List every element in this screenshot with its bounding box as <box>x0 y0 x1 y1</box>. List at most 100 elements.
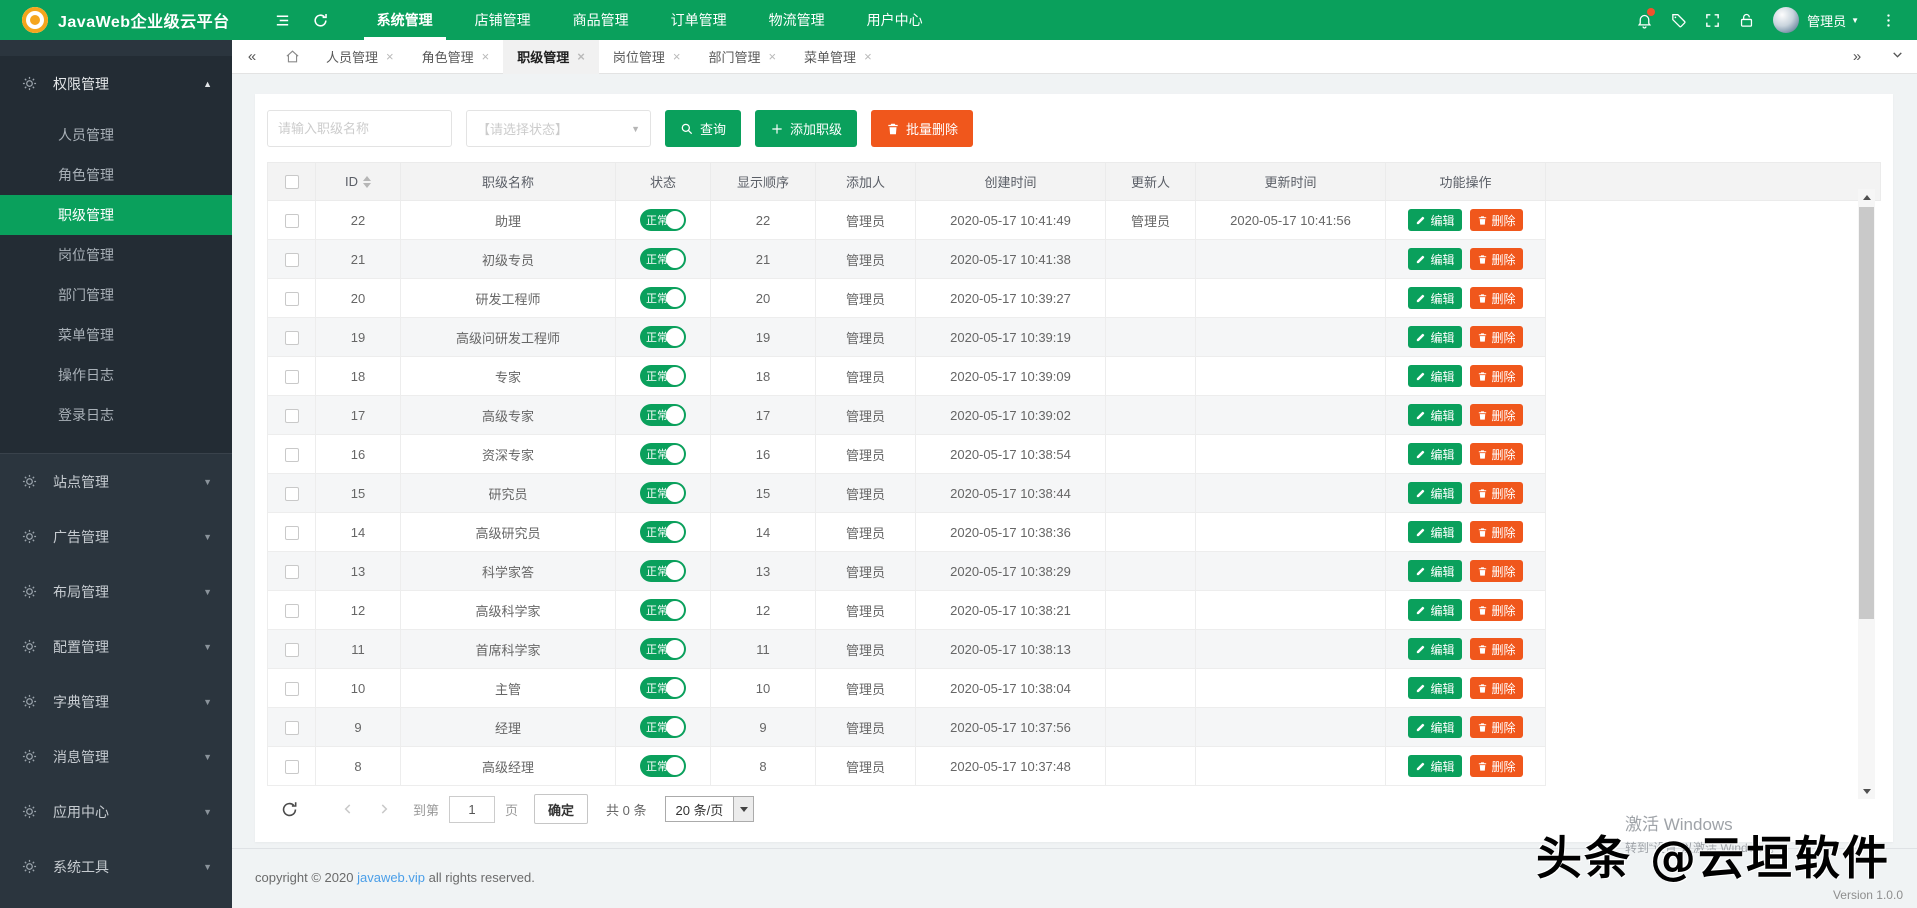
close-icon[interactable]: × <box>386 49 394 64</box>
row-checkbox[interactable] <box>285 604 299 618</box>
tab[interactable]: 岗位管理 × <box>599 40 695 74</box>
delete-button[interactable]: 删除 <box>1470 755 1523 777</box>
tab[interactable]: 角色管理 × <box>408 40 504 74</box>
sidebar-item[interactable]: 部门管理 <box>0 275 232 315</box>
delete-button[interactable]: 删除 <box>1470 404 1523 426</box>
edit-button[interactable]: 编辑 <box>1408 287 1461 309</box>
row-checkbox[interactable] <box>285 643 299 657</box>
edit-button[interactable]: 编辑 <box>1408 521 1461 543</box>
delete-button[interactable]: 删除 <box>1470 677 1523 699</box>
sidebar-group-header[interactable]: 布局管理 ▼ <box>0 564 232 619</box>
next-page-button[interactable] <box>377 802 391 816</box>
delete-button[interactable]: 删除 <box>1470 560 1523 582</box>
sidebar-group-header[interactable]: 系统工具 ▼ <box>0 839 232 894</box>
tab[interactable]: 职级管理 × <box>503 40 599 74</box>
delete-button[interactable]: 删除 <box>1470 209 1523 231</box>
more-options-button[interactable] <box>1871 0 1905 40</box>
delete-button[interactable]: 删除 <box>1470 482 1523 504</box>
status-toggle[interactable]: 正常 <box>640 365 686 387</box>
tabs-menu-button[interactable] <box>1877 48 1917 65</box>
search-button[interactable]: 查询 <box>665 110 741 147</box>
scrollbar-thumb[interactable] <box>1859 207 1874 619</box>
sidebar-item[interactable]: 登录日志 <box>0 395 232 435</box>
page-number-input[interactable] <box>449 796 495 823</box>
sidebar-item[interactable]: 操作日志 <box>0 355 232 395</box>
delete-button[interactable]: 删除 <box>1470 326 1523 348</box>
status-toggle[interactable]: 正常 <box>640 521 686 543</box>
fullscreen-button[interactable] <box>1695 0 1729 40</box>
status-toggle[interactable]: 正常 <box>640 248 686 270</box>
sidebar-item[interactable]: 角色管理 <box>0 155 232 195</box>
pagination-refresh-button[interactable] <box>280 800 299 819</box>
sidebar-group-header[interactable]: 广告管理 ▼ <box>0 509 232 564</box>
edit-button[interactable]: 编辑 <box>1408 482 1461 504</box>
tag-button[interactable] <box>1661 0 1695 40</box>
row-checkbox[interactable] <box>285 487 299 501</box>
close-icon[interactable]: × <box>768 49 776 64</box>
status-toggle[interactable]: 正常 <box>640 287 686 309</box>
lock-screen-button[interactable] <box>1729 0 1763 40</box>
row-checkbox[interactable] <box>285 721 299 735</box>
user-menu[interactable]: 管理员 ▼ <box>1807 11 1859 30</box>
status-toggle[interactable]: 正常 <box>640 482 686 504</box>
sidebar-group-header[interactable]: 权限管理 ▲ <box>0 56 232 111</box>
delete-button[interactable]: 删除 <box>1470 287 1523 309</box>
status-toggle[interactable]: 正常 <box>640 599 686 621</box>
status-toggle[interactable]: 正常 <box>640 755 686 777</box>
delete-button[interactable]: 删除 <box>1470 716 1523 738</box>
tab[interactable]: 部门管理 × <box>694 40 790 74</box>
edit-button[interactable]: 编辑 <box>1408 560 1461 582</box>
footer-link[interactable]: javaweb.vip <box>357 870 425 885</box>
status-toggle[interactable]: 正常 <box>640 443 686 465</box>
table-scrollbar[interactable] <box>1858 189 1875 799</box>
notifications-button[interactable] <box>1627 0 1661 40</box>
status-select[interactable]: 【请选择状态】 ▼ <box>466 110 651 147</box>
edit-button[interactable]: 编辑 <box>1408 209 1461 231</box>
row-checkbox[interactable] <box>285 682 299 696</box>
dropdown-caret-icon[interactable] <box>733 797 753 821</box>
row-checkbox[interactable] <box>285 760 299 774</box>
row-checkbox[interactable] <box>285 253 299 267</box>
refresh-button[interactable] <box>302 0 340 40</box>
user-avatar[interactable] <box>1773 7 1799 33</box>
delete-button[interactable]: 删除 <box>1470 638 1523 660</box>
sidebar-collapse-button[interactable] <box>264 0 302 40</box>
edit-button[interactable]: 编辑 <box>1408 365 1461 387</box>
sidebar-group-header[interactable]: 消息管理 ▼ <box>0 729 232 784</box>
edit-button[interactable]: 编辑 <box>1408 638 1461 660</box>
edit-button[interactable]: 编辑 <box>1408 716 1461 738</box>
prev-page-button[interactable] <box>341 802 355 816</box>
sidebar-group-header[interactable]: 配置管理 ▼ <box>0 619 232 674</box>
row-checkbox[interactable] <box>285 214 299 228</box>
edit-button[interactable]: 编辑 <box>1408 599 1461 621</box>
delete-button[interactable]: 删除 <box>1470 248 1523 270</box>
status-toggle[interactable]: 正常 <box>640 677 686 699</box>
edit-button[interactable]: 编辑 <box>1408 326 1461 348</box>
scroll-up-icon[interactable] <box>1858 189 1875 205</box>
status-toggle[interactable]: 正常 <box>640 716 686 738</box>
nav-menu-item[interactable]: 物流管理 <box>748 0 846 40</box>
status-toggle[interactable]: 正常 <box>640 209 686 231</box>
home-tab[interactable] <box>272 49 312 64</box>
nav-menu-item[interactable]: 订单管理 <box>650 0 748 40</box>
page-size-select[interactable]: 20 条/页 <box>665 796 755 822</box>
sidebar-item[interactable]: 菜单管理 <box>0 315 232 355</box>
nav-menu-item[interactable]: 系统管理 <box>356 0 454 40</box>
sort-icon[interactable] <box>363 176 371 188</box>
delete-button[interactable]: 删除 <box>1470 365 1523 387</box>
tab[interactable]: 人员管理 × <box>312 40 408 74</box>
row-checkbox[interactable] <box>285 331 299 345</box>
sidebar-group-header[interactable]: 站点管理 ▼ <box>0 454 232 509</box>
column-header-id[interactable]: ID <box>345 174 358 189</box>
nav-menu-item[interactable]: 商品管理 <box>552 0 650 40</box>
confirm-page-button[interactable]: 确定 <box>534 794 588 824</box>
status-toggle[interactable]: 正常 <box>640 404 686 426</box>
status-toggle[interactable]: 正常 <box>640 326 686 348</box>
close-icon[interactable]: × <box>577 49 585 64</box>
sidebar-item[interactable]: 岗位管理 <box>0 235 232 275</box>
edit-button[interactable]: 编辑 <box>1408 443 1461 465</box>
batch-delete-button[interactable]: 批量删除 <box>871 110 973 147</box>
edit-button[interactable]: 编辑 <box>1408 248 1461 270</box>
row-checkbox[interactable] <box>285 409 299 423</box>
select-all-checkbox[interactable] <box>285 175 299 189</box>
